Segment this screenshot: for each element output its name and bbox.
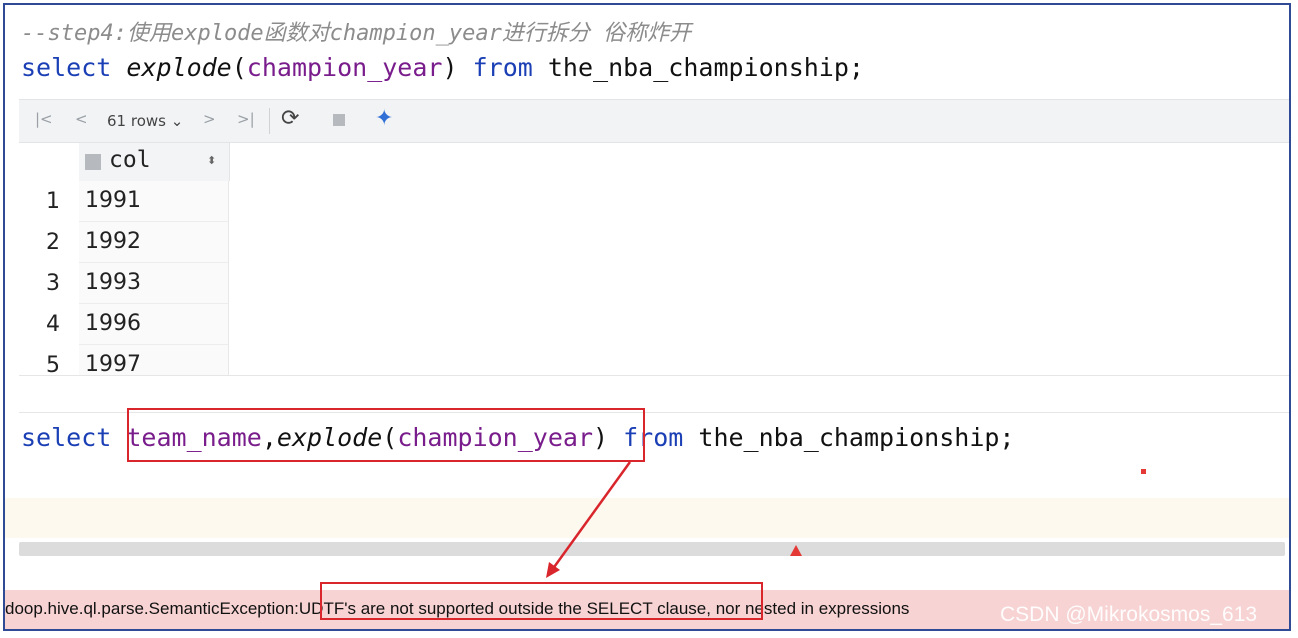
table-row[interactable]: 1 1991 <box>19 181 229 222</box>
row-number: 1 <box>46 189 60 214</box>
column-type-icon <box>85 154 101 170</box>
keyword-select: select <box>21 423 112 452</box>
table-row[interactable]: 3 1993 <box>19 263 229 304</box>
column-champion-year: champion_year <box>246 53 443 82</box>
paren-close: ) <box>442 53 458 82</box>
table-row[interactable]: 4 1996 <box>19 304 229 345</box>
screenshot-frame: --step4:使用explode函数对champion_year进行拆分 俗称… <box>3 3 1291 631</box>
error-marker <box>1141 469 1146 474</box>
refresh-icon[interactable]: ⟳ <box>281 106 299 131</box>
results-panel: |< < 61 rows ⌄ > >| ⟳ ✦ col ⬍ 1 1991 2 1… <box>19 99 1289 386</box>
function-explode: explode <box>126 53 232 82</box>
query-line-1[interactable]: select explode(champion_year) from the_n… <box>21 53 864 82</box>
cell-value: 1993 <box>85 270 141 295</box>
cell-value: 1991 <box>85 188 141 213</box>
table-cell[interactable]: 1996 <box>79 304 229 345</box>
results-toolbar: |< < 61 rows ⌄ > >| ⟳ ✦ <box>19 99 1289 143</box>
row-count-dropdown[interactable]: 61 rows ⌄ <box>107 112 183 130</box>
editor-gutter-stripe <box>5 498 1289 538</box>
highlight-box-error <box>320 582 763 620</box>
cell-value: 1992 <box>85 229 141 254</box>
next-page-button[interactable]: > <box>203 110 216 128</box>
row-number: 4 <box>46 312 60 337</box>
sparkle-icon[interactable]: ✦ <box>375 106 393 131</box>
table-cell[interactable]: 1993 <box>79 263 229 304</box>
last-page-button[interactable]: >| <box>237 110 255 128</box>
keyword-select: select <box>21 53 112 82</box>
horizontal-scrollbar[interactable] <box>19 542 1285 556</box>
table-name: the_nba_championship; <box>547 53 864 82</box>
row-number: 3 <box>46 271 60 296</box>
paren-open: ( <box>231 53 247 82</box>
cell-value: 1997 <box>85 352 141 377</box>
code-comment: --step4:使用explode函数对champion_year进行拆分 俗称… <box>21 21 692 46</box>
row-number: 2 <box>46 230 60 255</box>
column-header-label: col <box>109 147 151 173</box>
first-page-button[interactable]: |< <box>35 110 53 128</box>
table-cell[interactable]: 1991 <box>79 181 229 222</box>
sort-icon[interactable]: ⬍ <box>207 154 216 167</box>
cell-value: 1996 <box>85 311 141 336</box>
error-caret-icon <box>790 545 802 556</box>
prev-page-button[interactable]: < <box>75 110 88 128</box>
toolbar-separator <box>269 108 270 134</box>
table-name: the_nba_championship; <box>698 423 1015 452</box>
table-row[interactable]: 2 1992 <box>19 222 229 263</box>
column-header-col[interactable]: col ⬍ <box>79 143 230 181</box>
watermark: CSDN @Mikrokosmos_613 <box>1000 603 1258 626</box>
highlight-box-select-list <box>127 408 645 462</box>
stop-icon[interactable] <box>333 114 345 126</box>
table-cell[interactable]: 1992 <box>79 222 229 263</box>
keyword-from: from <box>472 53 533 82</box>
